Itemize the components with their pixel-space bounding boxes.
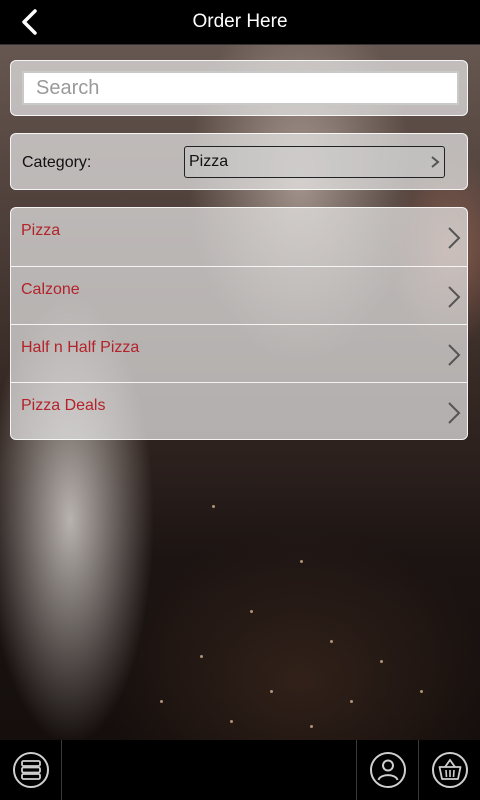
divider [61, 740, 62, 800]
chevron-right-icon [448, 344, 461, 366]
account-button[interactable] [368, 750, 408, 790]
list-item[interactable]: Calzone [11, 266, 467, 324]
chevron-right-icon [448, 286, 461, 308]
category-label: Category: [22, 154, 92, 171]
menu-list-icon [13, 752, 49, 788]
category-panel: Category: Pizza [10, 133, 468, 190]
bottom-toolbar [0, 740, 480, 800]
list-item-label: Pizza Deals [21, 397, 106, 414]
list-item[interactable]: Pizza [11, 208, 467, 266]
search-panel [10, 60, 468, 116]
user-account-icon [370, 752, 406, 788]
list-item[interactable]: Half n Half Pizza [11, 324, 467, 382]
chevron-right-icon [448, 227, 461, 249]
chevron-right-icon [431, 156, 440, 168]
search-input[interactable] [22, 71, 459, 105]
list-item-label: Pizza [21, 222, 61, 239]
category-dropdown[interactable]: Pizza [184, 146, 445, 178]
divider [356, 740, 357, 800]
page-title: Order Here [192, 11, 288, 32]
shopping-basket-icon [432, 752, 468, 788]
menu-button[interactable] [11, 750, 51, 790]
list-item-label: Half n Half Pizza [21, 339, 140, 356]
basket-button[interactable] [430, 750, 470, 790]
chevron-right-icon [448, 402, 461, 424]
list-item-label: Calzone [21, 281, 80, 298]
top-bar: Order Here [0, 0, 480, 45]
category-selected-value: Pizza [189, 153, 229, 170]
category-list: Pizza Calzone Half n Half Pizza Pizza De… [10, 207, 468, 440]
divider [418, 740, 419, 800]
list-item[interactable]: Pizza Deals [11, 382, 467, 439]
